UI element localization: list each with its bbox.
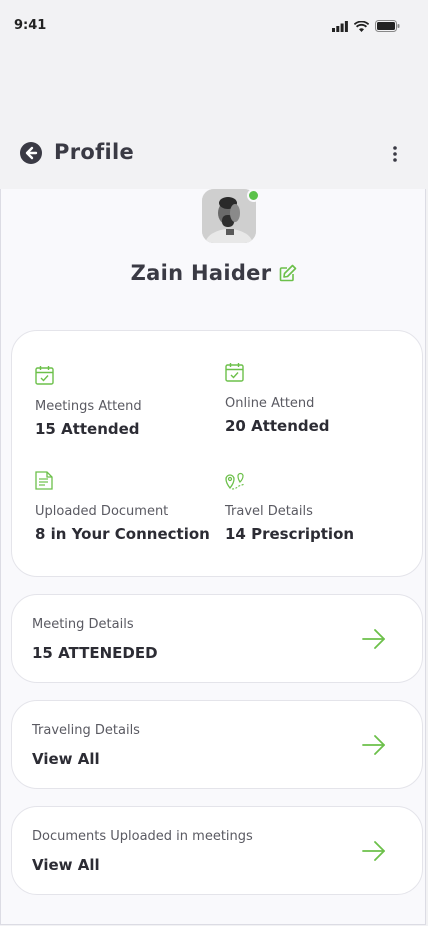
battery-icon	[375, 20, 400, 32]
wifi-icon	[354, 20, 369, 32]
stat-meetings-attend: Meetings Attend 15 Attended	[35, 365, 215, 438]
arrow-right-icon[interactable]	[362, 840, 386, 862]
avatar[interactable]	[202, 189, 260, 245]
document-icon	[35, 471, 53, 490]
stat-uploaded-document: Uploaded Document 8 in Your Connection	[35, 471, 215, 543]
stat-online-attend: Online Attend 20 Attended	[225, 362, 405, 435]
app-header: Profile	[0, 118, 428, 188]
stat-label: Meetings Attend	[35, 399, 142, 414]
edit-icon[interactable]	[279, 264, 297, 282]
traveling-details-card[interactable]: Traveling Details View All	[11, 700, 423, 789]
status-bar: 9:41	[0, 0, 428, 52]
documents-uploaded-card[interactable]: Documents Uploaded in meetings View All	[11, 806, 423, 895]
page-title: Profile	[54, 140, 135, 164]
stats-card: Meetings Attend 15 Attended Online Atten…	[11, 330, 423, 577]
row-label: Traveling Details	[32, 723, 140, 738]
stat-value: 15 Attended	[35, 420, 140, 438]
user-name: Zain Haider	[130, 261, 272, 285]
status-icons	[332, 20, 400, 32]
stat-travel-details: Travel Details 14 Prescription	[225, 471, 405, 543]
status-time: 9:41	[14, 18, 47, 33]
arrow-right-icon[interactable]	[362, 628, 386, 650]
row-label: Meeting Details	[32, 617, 134, 632]
row-value: View All	[32, 856, 100, 874]
travel-location-icon	[225, 472, 245, 490]
stat-label: Online Attend	[225, 396, 315, 411]
calendar-check-icon	[225, 363, 244, 382]
calendar-check-icon	[35, 366, 54, 385]
profile-content: Zain Haider Meetings Attend 15 Attended	[0, 189, 426, 925]
stat-label: Travel Details	[225, 504, 313, 519]
row-label: Documents Uploaded in meetings	[32, 829, 253, 844]
stat-label: Uploaded Document	[35, 504, 169, 519]
meeting-details-card[interactable]: Meeting Details 15 ATTENEDED	[11, 594, 423, 683]
back-arrow-icon[interactable]	[19, 141, 43, 165]
row-value: View All	[32, 750, 100, 768]
row-value: 15 ATTENEDED	[32, 644, 158, 662]
more-options-icon[interactable]	[392, 146, 398, 162]
stat-value: 20 Attended	[225, 417, 330, 435]
online-status-dot	[247, 189, 260, 202]
arrow-right-icon[interactable]	[362, 734, 386, 756]
stat-value: 8 in Your Connection	[35, 525, 210, 543]
name-row: Zain Haider	[1, 261, 427, 285]
stat-value: 14 Prescription	[225, 525, 355, 543]
signal-icon	[332, 20, 348, 32]
